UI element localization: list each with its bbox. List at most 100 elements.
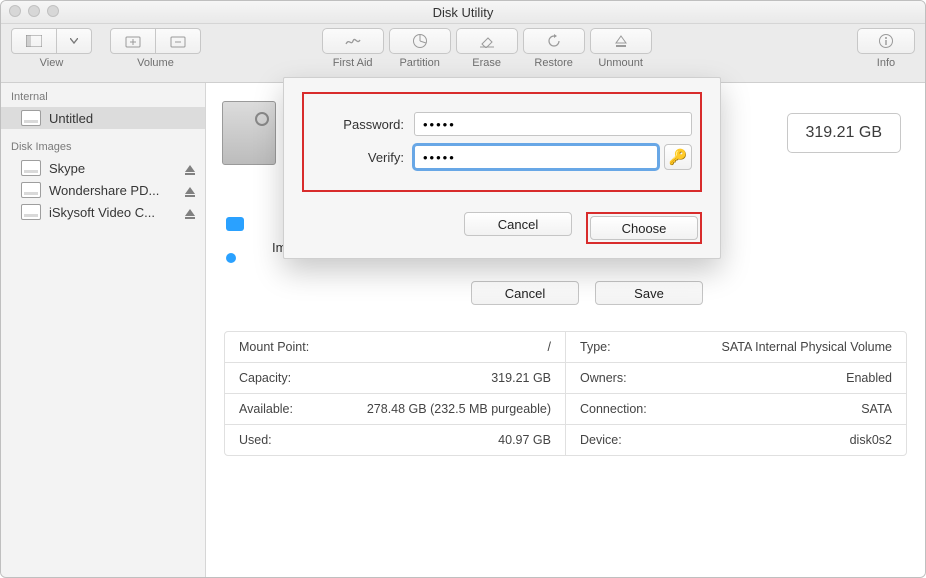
- first-aid-button[interactable]: [322, 28, 384, 54]
- eject-icon[interactable]: [185, 187, 195, 194]
- sidebar-header-diskimages: Disk Images: [1, 137, 205, 157]
- eject-icon[interactable]: [185, 165, 195, 172]
- chevron-down-icon: [70, 38, 78, 44]
- toolbar: View Volume First Aid: [1, 24, 925, 83]
- sidebar-item-skype[interactable]: Skype: [1, 157, 205, 179]
- info-icon: [878, 33, 894, 49]
- connection-value: SATA: [861, 402, 892, 416]
- type-value: SATA Internal Physical Volume: [722, 340, 892, 354]
- usage-swatch-2: [226, 253, 236, 263]
- size-chip: 319.21 GB: [787, 113, 902, 153]
- diskimage-icon: [21, 204, 41, 220]
- sidebar-item-label: Skype: [49, 161, 85, 176]
- close-traffic-icon[interactable]: [9, 5, 21, 17]
- volume-label: Volume: [137, 57, 174, 69]
- password-row: Password:: [312, 112, 692, 136]
- password-label: Password:: [312, 117, 404, 132]
- first-aid-label: First Aid: [333, 57, 373, 69]
- unmount-label: Unmount: [598, 57, 643, 69]
- sidebar: Internal Untitled Disk Images Skype Wond…: [1, 83, 206, 577]
- table-row: Available: 278.48 GB (232.5 MB purgeable)…: [225, 394, 906, 425]
- info-button[interactable]: [857, 28, 915, 54]
- password-dialog-buttons: Cancel Choose: [302, 212, 702, 244]
- available-label: Available:: [239, 402, 293, 416]
- password-assistant-button[interactable]: 🔑: [664, 144, 692, 170]
- owners-value: Enabled: [846, 371, 892, 385]
- volume-info-table: Mount Point:/ Type:SATA Internal Physica…: [224, 331, 907, 456]
- sheet-buttons: Cancel Save: [471, 281, 703, 305]
- owners-label: Owners:: [580, 371, 627, 385]
- key-icon: 🔑: [669, 148, 688, 166]
- usage-swatches: [226, 217, 244, 263]
- sidebar-item-iskysoft[interactable]: iSkysoft Video C...: [1, 201, 205, 223]
- view-sidebar-button[interactable]: [11, 28, 57, 54]
- password-cancel-button[interactable]: Cancel: [464, 212, 572, 236]
- sidebar-item-label: Wondershare PD...: [49, 183, 159, 198]
- password-cancel-label: Cancel: [498, 217, 538, 232]
- info-label: Info: [877, 57, 895, 69]
- capacity-value: 319.21 GB: [491, 371, 551, 385]
- capacity-label: Capacity:: [239, 371, 291, 385]
- zoom-traffic-icon[interactable]: [47, 5, 59, 17]
- disk-utility-window: Disk Utility View: [0, 0, 926, 578]
- info-group: Info: [857, 28, 915, 69]
- diskimage-icon: [21, 160, 41, 176]
- choose-highlight: Choose: [586, 212, 702, 244]
- volume-icon: [21, 110, 41, 126]
- volume-add-button[interactable]: [110, 28, 156, 54]
- sidebar-item-untitled[interactable]: Untitled: [1, 107, 205, 129]
- sidebar-icon: [26, 35, 42, 47]
- minimize-traffic-icon[interactable]: [28, 5, 40, 17]
- restore-label: Restore: [534, 57, 573, 69]
- table-row: Used: 40.97 GB Device: disk0s2: [225, 425, 906, 455]
- volume-add-icon: [125, 34, 141, 48]
- volume-group: Volume: [110, 28, 201, 69]
- sidebar-item-wondershare[interactable]: Wondershare PD...: [1, 179, 205, 201]
- used-value: 40.97 GB: [498, 433, 551, 447]
- table-row: Capacity: 319.21 GB Owners: Enabled: [225, 363, 906, 394]
- unmount-button[interactable]: [590, 28, 652, 54]
- type-label: Type:: [580, 340, 611, 354]
- used-label: Used:: [239, 433, 272, 447]
- erase-label: Erase: [472, 57, 501, 69]
- view-label: View: [40, 57, 64, 69]
- toolbar-center: First Aid Partition Erase Restore: [322, 28, 652, 69]
- partition-button[interactable]: [389, 28, 451, 54]
- view-menu-button[interactable]: [57, 28, 92, 54]
- eject-icon[interactable]: [185, 209, 195, 216]
- volume-remove-icon: [170, 34, 186, 48]
- password-dialog: Password: Verify: 🔑 Cancel Choose: [283, 77, 721, 259]
- password-input[interactable]: [414, 112, 692, 136]
- table-row: Mount Point:/ Type:SATA Internal Physica…: [225, 332, 906, 363]
- partition-icon: [412, 33, 428, 49]
- mount-point-value: /: [548, 340, 551, 354]
- usage-swatch-1: [226, 217, 244, 231]
- erase-button[interactable]: [456, 28, 518, 54]
- restore-button[interactable]: [523, 28, 585, 54]
- sheet-cancel-label: Cancel: [505, 286, 545, 301]
- sidebar-header-internal: Internal: [1, 87, 205, 107]
- password-choose-label: Choose: [622, 221, 667, 236]
- available-value: 278.48 GB (232.5 MB purgeable): [367, 402, 551, 416]
- sheet-save-button[interactable]: Save: [595, 281, 703, 305]
- sheet-cancel-button[interactable]: Cancel: [471, 281, 579, 305]
- verify-row: Verify: 🔑: [312, 144, 692, 170]
- diskimage-icon: [21, 182, 41, 198]
- sidebar-item-label: iSkysoft Video C...: [49, 205, 155, 220]
- volume-remove-button[interactable]: [156, 28, 201, 54]
- unmount-icon: [614, 34, 628, 48]
- password-choose-button[interactable]: Choose: [590, 216, 698, 240]
- restore-icon: [546, 34, 562, 48]
- sidebar-item-label: Untitled: [49, 111, 93, 126]
- traffic-lights: [9, 5, 59, 17]
- sheet-save-label: Save: [634, 286, 664, 301]
- password-fields-highlight: Password: Verify: 🔑: [302, 92, 702, 192]
- connection-label: Connection:: [580, 402, 647, 416]
- erase-icon: [479, 34, 495, 48]
- first-aid-icon: [344, 34, 362, 48]
- verify-label: Verify:: [312, 150, 404, 165]
- device-label: Device:: [580, 433, 622, 447]
- device-value: disk0s2: [850, 433, 892, 447]
- partition-label: Partition: [399, 57, 439, 69]
- verify-input[interactable]: [414, 145, 658, 169]
